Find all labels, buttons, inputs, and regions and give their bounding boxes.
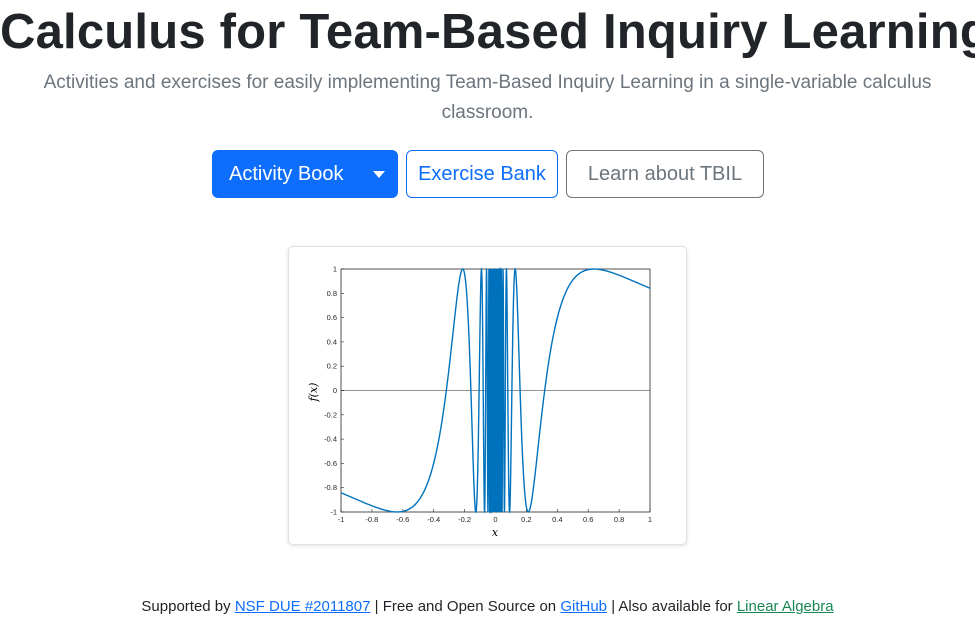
x-tick-label: 1: [648, 515, 652, 524]
page-title: Calculus for Team-Based Inquiry Learning: [0, 5, 975, 59]
x-tick-label: -0.2: [458, 515, 471, 524]
x-tick-label: -0.4: [427, 515, 440, 524]
x-axis-label: x: [492, 526, 499, 539]
caret-down-icon: [373, 171, 385, 178]
x-tick-label: -1: [338, 515, 345, 524]
y-tick-label: -0.6: [324, 459, 337, 468]
footer-supported-text: Supported by: [141, 598, 231, 615]
github-link[interactable]: GitHub: [560, 598, 607, 615]
curve-dense-center: [495, 269, 496, 512]
x-tick-label: 0.6: [583, 515, 593, 524]
function-plot: -1 -0.8 -0.6 -0.4 -0.2 0 0.2 0.4 0.6 0.8 1 1 0.8 0.6 0…: [307, 265, 652, 540]
y-tick-label: 0.4: [327, 337, 337, 346]
x-tick-label: -0.6: [396, 515, 409, 524]
linear-algebra-link[interactable]: Linear Algebra: [737, 598, 834, 615]
y-tick-label: 1: [333, 265, 337, 274]
activity-book-dropdown-button[interactable]: Activity Book: [212, 150, 398, 198]
y-tick-label: -0.4: [324, 435, 337, 444]
x-tick-label: 0.8: [614, 515, 624, 524]
page-lead: Activities and exercises for easily impl…: [43, 72, 932, 123]
x-tick-label: 0: [493, 515, 497, 524]
y-tick-label: 0: [333, 386, 337, 395]
y-tick-label: 0.2: [327, 362, 337, 371]
y-axis-label: f(x): [307, 383, 320, 403]
activity-book-label: Activity Book: [229, 163, 344, 185]
function-plot-figure: -1 -0.8 -0.6 -0.4 -0.2 0 0.2 0.4 0.6 0.8 1 1 0.8 0.6 0…: [288, 246, 687, 545]
y-tick-label: 0.6: [327, 313, 337, 322]
y-tick-label: -0.2: [324, 410, 337, 419]
nsf-grant-link[interactable]: NSF DUE #2011807: [235, 598, 371, 615]
x-tick-label: -0.8: [365, 515, 378, 524]
y-tick-label: -1: [330, 508, 337, 517]
exercise-bank-button[interactable]: Exercise Bank: [406, 150, 558, 198]
y-tick-label: 0.8: [327, 289, 337, 298]
x-tick-label: 0.4: [552, 515, 562, 524]
y-tick-label: -0.8: [324, 483, 337, 492]
learn-tbil-button[interactable]: Learn about TBIL: [566, 150, 764, 198]
footer-open-source-text: | Free and Open Source on: [374, 598, 557, 615]
footer-also-available-text: | Also available for: [611, 598, 733, 615]
footer: Supported by NSF DUE #2011807 | Free and…: [0, 596, 975, 618]
x-tick-label: 0.2: [521, 515, 531, 524]
